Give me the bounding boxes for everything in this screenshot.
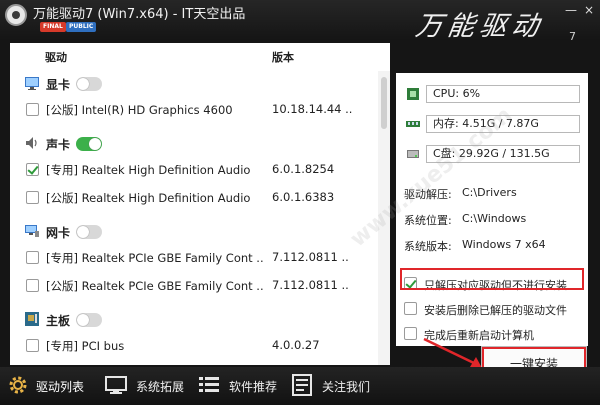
driver-checkbox[interactable] bbox=[26, 279, 39, 292]
highlight-box bbox=[400, 268, 584, 290]
driver-version: 10.18.14.44 .. bbox=[272, 102, 353, 116]
scrollbar-thumb[interactable] bbox=[381, 77, 387, 129]
memory-icon bbox=[406, 121, 420, 127]
memory-usage: 内存: 4.51G / 7.87G bbox=[426, 115, 580, 133]
category-motherboard: 主板 bbox=[10, 307, 378, 333]
close-button[interactable]: × bbox=[582, 3, 596, 17]
option-checkbox[interactable] bbox=[404, 327, 417, 340]
driver-version: 7.112.0811 .. bbox=[272, 278, 349, 292]
cpu-icon bbox=[407, 88, 419, 100]
speaker-icon bbox=[26, 137, 37, 149]
driver-name: [专用] PCI bus bbox=[46, 339, 125, 353]
toggle-network[interactable] bbox=[76, 225, 102, 239]
option-checkbox[interactable] bbox=[404, 302, 417, 315]
list-icon bbox=[199, 377, 219, 392]
driver-row[interactable]: [公版] Realtek High Definition Audio 6.0.1… bbox=[10, 183, 378, 213]
driver-checkbox[interactable] bbox=[26, 103, 39, 116]
driver-version: 6.0.1.6383 bbox=[272, 190, 335, 204]
motherboard-icon bbox=[25, 312, 39, 326]
driver-checkbox[interactable] bbox=[26, 339, 39, 352]
list-scrollbar[interactable] bbox=[378, 71, 390, 365]
memory-stat: 内存: 4.51G / 7.87G bbox=[404, 115, 580, 133]
monitor-icon bbox=[105, 376, 127, 394]
driver-checkbox[interactable] bbox=[26, 191, 39, 204]
disk-usage: C盘: 29.92G / 131.5G bbox=[426, 145, 580, 163]
column-version: 版本 bbox=[272, 51, 294, 64]
driver-row[interactable]: [公版] Realtek PCIe GBE Family Cont .. 7.1… bbox=[10, 271, 378, 301]
category-audio: 声卡 bbox=[10, 131, 378, 157]
info-value: C:\Windows bbox=[462, 212, 527, 225]
driver-list-panel: 驱动 版本 显卡 [公版] Intel(R) HD Graphics 4600 … bbox=[10, 43, 390, 365]
window-title: 万能驱动7 (Win7.x64) - IT天空出品 bbox=[33, 7, 246, 22]
bottom-nav: 驱动列表 系统拓展 软件推荐 关注我们 bbox=[0, 367, 600, 405]
public-badge: PUBLIC bbox=[66, 22, 97, 32]
category-label: 显卡 bbox=[46, 78, 71, 92]
nav-label: 系统拓展 bbox=[136, 380, 185, 394]
nav-label: 关注我们 bbox=[322, 380, 371, 394]
cpu-stat: CPU: 6% bbox=[404, 85, 580, 103]
category-network: 网卡 bbox=[10, 219, 378, 245]
disk-icon bbox=[407, 150, 419, 158]
driver-name: [专用] Realtek High Definition Audio bbox=[46, 163, 251, 177]
main-area: 驱动 版本 显卡 [公版] Intel(R) HD Graphics 4600 … bbox=[0, 40, 600, 367]
driver-checkbox[interactable] bbox=[26, 251, 39, 264]
driver-row[interactable]: [公版] Intel(R) HD Graphics 4600 10.18.14.… bbox=[10, 95, 378, 125]
nav-software[interactable]: 软件推荐 bbox=[195, 367, 290, 405]
nav-label: 驱动列表 bbox=[36, 380, 85, 394]
category-label: 主板 bbox=[46, 314, 71, 328]
toggle-display[interactable] bbox=[76, 77, 102, 91]
driver-row[interactable]: [专用] PCI bus 4.0.0.27 bbox=[10, 331, 378, 361]
nav-label: 软件推荐 bbox=[229, 380, 278, 394]
driver-version: 7.112.0811 .. bbox=[272, 250, 349, 264]
driver-name: [公版] Intel(R) HD Graphics 4600 bbox=[46, 103, 233, 117]
network-icon bbox=[25, 225, 39, 237]
title-bar: 万能驱动7 (Win7.x64) - IT天空出品 FINAL PUBLIC 万… bbox=[0, 0, 600, 43]
column-driver: 驱动 bbox=[45, 51, 67, 64]
minimize-button[interactable]: — bbox=[564, 3, 578, 17]
category-display: 显卡 bbox=[10, 71, 378, 97]
category-label: 网卡 bbox=[46, 226, 71, 240]
nav-driver-list[interactable]: 驱动列表 bbox=[0, 367, 100, 405]
toggle-motherboard[interactable] bbox=[76, 313, 102, 327]
gear-icon bbox=[9, 376, 27, 394]
info-system-version: 系统版本: Windows 7 x64 bbox=[404, 238, 584, 254]
info-value: Windows 7 x64 bbox=[462, 238, 546, 251]
nav-system-extend[interactable]: 系统拓展 bbox=[100, 367, 195, 405]
driver-row[interactable]: [专用] Realtek High Definition Audio 6.0.1… bbox=[10, 155, 378, 185]
document-icon bbox=[292, 374, 312, 396]
info-value: C:\Drivers bbox=[462, 186, 517, 199]
driver-name: [专用] Realtek PCIe GBE Family Cont .. bbox=[46, 251, 264, 265]
display-card-icon bbox=[25, 77, 39, 90]
option-delete-after[interactable]: 安装后删除已解压的驱动文件 bbox=[400, 300, 584, 318]
driver-checkbox[interactable] bbox=[26, 163, 39, 176]
disk-stat: C盘: 29.92G / 131.5G bbox=[404, 145, 580, 163]
app-logo-icon bbox=[5, 4, 27, 26]
system-info-panel: CPU: 6% 内存: 4.51G / 7.87G C盘: 29.92G / 1… bbox=[396, 73, 588, 346]
driver-name: [公版] Realtek PCIe GBE Family Cont .. bbox=[46, 279, 264, 293]
brand-title: 万能驱动 bbox=[413, 11, 546, 42]
cpu-usage: CPU: 6% bbox=[426, 85, 580, 103]
nav-follow-us[interactable]: 关注我们 bbox=[290, 367, 380, 405]
final-badge: FINAL bbox=[40, 22, 66, 32]
toggle-audio[interactable] bbox=[76, 137, 102, 151]
driver-list-header: 驱动 版本 bbox=[10, 43, 390, 71]
info-label: 系统版本: bbox=[404, 240, 452, 253]
info-extract-path: 驱动解压: C:\Drivers bbox=[404, 186, 584, 202]
option-label: 安装后删除已解压的驱动文件 bbox=[424, 304, 567, 317]
category-label: 声卡 bbox=[46, 138, 71, 152]
driver-name: [公版] Realtek High Definition Audio bbox=[46, 191, 251, 205]
driver-row[interactable]: [专用] Realtek PCIe GBE Family Cont .. 7.1… bbox=[10, 243, 378, 273]
info-system-path: 系统位置: C:\Windows bbox=[404, 212, 584, 228]
info-label: 系统位置: bbox=[404, 214, 452, 227]
driver-version: 6.0.1.8254 bbox=[272, 162, 335, 176]
info-label: 驱动解压: bbox=[404, 188, 452, 201]
driver-version: 4.0.0.27 bbox=[272, 338, 320, 352]
